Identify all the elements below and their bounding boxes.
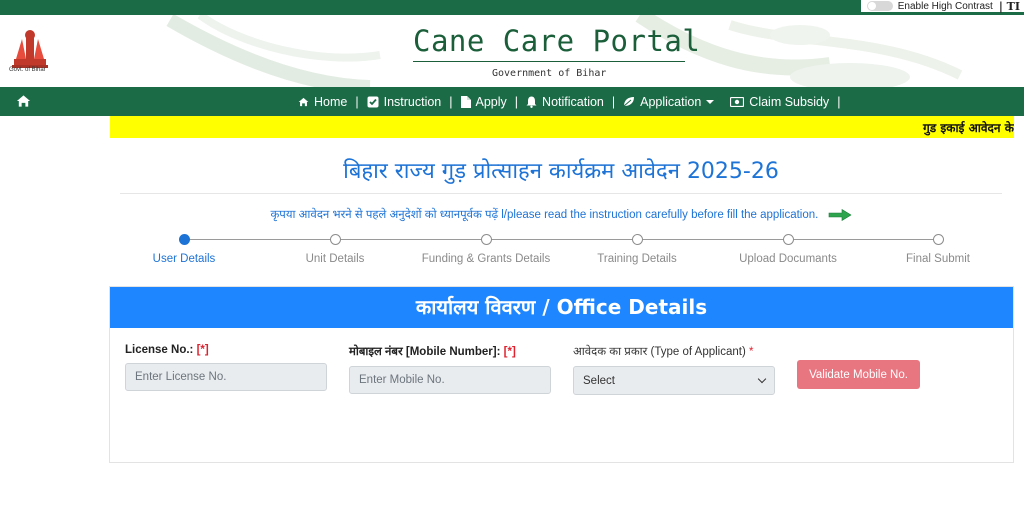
step-funding-grants[interactable]: Funding & Grants Details xyxy=(411,232,561,265)
document-icon xyxy=(460,95,471,108)
instruction-notice-text: कृपया आवेदन भरने से पहले अनुदेशों को ध्य… xyxy=(270,209,819,221)
govt-of-bihar-label: Govt. of Bihar xyxy=(9,67,46,73)
step-unit-details[interactable]: Unit Details xyxy=(260,232,410,265)
text-size-control[interactable]: | TI xyxy=(999,0,1020,13)
nav-claim-subsidy[interactable]: Claim Subsidy xyxy=(730,95,829,109)
portal-title: Cane Care Portal xyxy=(413,24,701,58)
home-small-icon xyxy=(298,97,309,106)
page-title-year: 2025-26 xyxy=(686,159,779,184)
money-icon xyxy=(730,96,745,107)
nav-separator: | xyxy=(514,94,519,109)
nav-claim-subsidy-label: Claim Subsidy xyxy=(749,94,830,109)
step-dot xyxy=(329,234,341,245)
step-dot xyxy=(932,234,944,245)
step-user-details[interactable]: User Details xyxy=(109,232,259,265)
applicant-type-value: Select xyxy=(583,374,615,387)
nav-notification-label: Notification xyxy=(542,94,604,109)
nav-notification[interactable]: Notification xyxy=(526,95,604,109)
mobile-input[interactable] xyxy=(349,366,551,394)
license-field: License No.: [*] xyxy=(125,344,327,391)
portal-subtitle: Government of Bihar xyxy=(492,68,607,79)
header-banner: Govt. of Bihar Cane Care Portal Governme… xyxy=(0,15,1024,87)
step-dot xyxy=(178,234,190,245)
license-label-text: License No.: xyxy=(125,344,194,356)
step-dot xyxy=(480,234,492,245)
office-details-card: कार्यालय विवरण / Office Details License … xyxy=(109,286,1014,463)
page-title-hindi: बिहार राज्य गुड़ प्रोत्साहन कार्यक्रम आव… xyxy=(343,159,680,184)
home-icon[interactable] xyxy=(16,94,31,108)
step-training-details[interactable]: Training Details xyxy=(562,232,712,265)
step-final-submit[interactable]: Final Submit xyxy=(863,232,1013,265)
heading-divider xyxy=(120,193,1002,194)
progress-stepper: User Details Unit Details Funding & Gran… xyxy=(120,232,1002,272)
required-marker: [*] xyxy=(503,346,516,358)
high-contrast-toggle[interactable] xyxy=(866,1,893,11)
nav-separator: | xyxy=(611,94,616,109)
title-underline xyxy=(413,61,685,62)
nav-separator: | xyxy=(837,94,841,109)
instruction-notice[interactable]: कृपया आवेदन भरने से पहले अनुदेशों को ध्य… xyxy=(120,207,1002,222)
step-dot xyxy=(782,234,794,245)
step-label: Funding & Grants Details xyxy=(421,253,551,265)
accessibility-bar: Enable High Contrast | TI xyxy=(860,0,1024,13)
nav-separator: | xyxy=(449,94,453,109)
arrow-right-icon xyxy=(828,208,852,221)
nav-separator: | xyxy=(355,94,359,109)
license-input[interactable] xyxy=(125,363,327,391)
checkbox-icon xyxy=(367,96,379,107)
page-title: बिहार राज्य गुड़ प्रोत्साहन कार्यक्रम आव… xyxy=(120,155,1002,185)
mobile-label: मोबाइल नंबर [Mobile Number]: [*] xyxy=(349,344,551,359)
nav-apply[interactable]: Apply xyxy=(460,94,507,109)
step-label: Final Submit xyxy=(906,253,970,265)
office-details-header: कार्यालय विवरण / Office Details xyxy=(110,287,1013,328)
step-label: User Details xyxy=(152,253,216,265)
nav-home[interactable]: Home xyxy=(298,95,347,109)
chevron-down-icon xyxy=(757,374,767,384)
applicant-type-field: आवेदक का प्रकार (Type of Applicant) * Se… xyxy=(573,344,775,395)
high-contrast-label: Enable High Contrast xyxy=(897,0,993,12)
nav-home-label: Home xyxy=(314,94,348,109)
step-dot xyxy=(631,234,643,245)
step-upload-documents[interactable]: Upload Documants xyxy=(713,232,863,265)
applicant-type-label: आवेदक का प्रकार (Type of Applicant) * xyxy=(573,344,775,359)
nav-application-label: Application xyxy=(640,94,702,109)
main-navbar: Home | Instruction | Apply | Notificatio… xyxy=(0,87,1024,116)
announcement-marquee[interactable]: गुड इकाई आवेदन के xyxy=(110,116,1014,138)
step-label: Upload Documants xyxy=(739,253,837,265)
nav-instruction[interactable]: Instruction xyxy=(367,94,442,109)
applicant-type-select[interactable]: Select xyxy=(573,366,775,395)
chevron-down-icon xyxy=(706,99,715,104)
license-label: License No.: [*] xyxy=(125,344,327,356)
step-label: Training Details xyxy=(597,253,677,265)
nav-instruction-label: Instruction xyxy=(383,94,442,109)
bell-icon xyxy=(526,96,537,108)
nav-apply-label: Apply xyxy=(475,94,507,109)
applicant-type-label-text: आवेदक का प्रकार (Type of Applicant) xyxy=(573,346,746,358)
nav-application-dropdown[interactable]: Application xyxy=(623,94,715,109)
marquee-text: गुड इकाई आवेदन के xyxy=(922,121,1014,135)
validate-mobile-button[interactable]: Validate Mobile No. xyxy=(797,360,920,389)
required-marker: * xyxy=(749,346,754,358)
leaf-icon xyxy=(623,97,635,107)
mobile-field: मोबाइल नंबर [Mobile Number]: [*] xyxy=(349,344,551,394)
mobile-label-text: मोबाइल नंबर [Mobile Number]: xyxy=(349,346,501,358)
required-marker: [*] xyxy=(196,344,209,356)
step-label: Unit Details xyxy=(305,253,365,265)
